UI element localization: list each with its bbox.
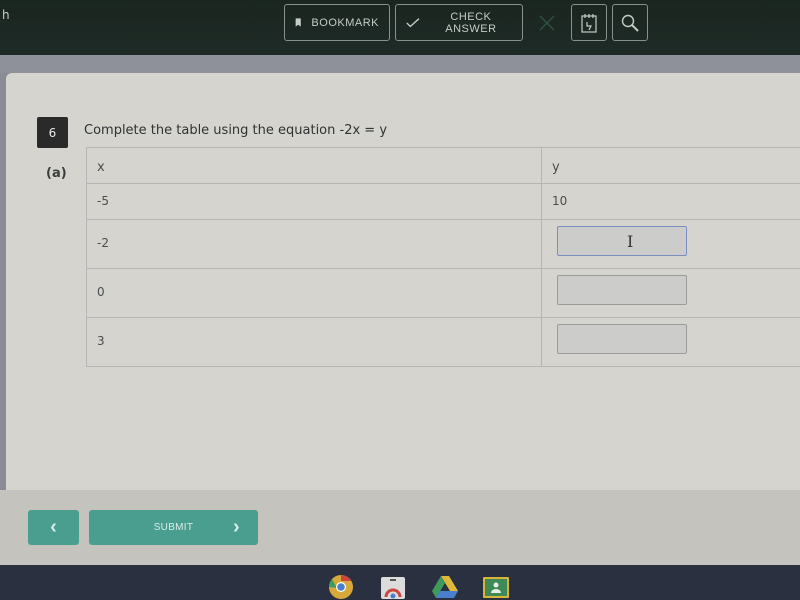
table-header-row: x y: [86, 147, 800, 184]
google-drive-icon[interactable]: [430, 572, 460, 600]
notepad-button[interactable]: [571, 4, 607, 41]
chrome-web-store-icon[interactable]: [378, 572, 408, 600]
question-prompt: Complete the table using the equation -2…: [84, 123, 388, 138]
y-cell: [541, 268, 800, 318]
x-cell: -5: [86, 183, 542, 220]
chevron-right-icon: ›: [233, 516, 240, 538]
table-row: 0: [86, 268, 800, 318]
y-cell: 10: [541, 183, 800, 220]
chrome-icon[interactable]: [326, 572, 356, 600]
check-answer-label: CHECK ANSWER: [445, 10, 497, 35]
text-cursor-icon: I: [627, 232, 634, 251]
answer-table: x y -5 10 -2 0 3: [86, 147, 800, 367]
y-answer-input[interactable]: [557, 226, 687, 256]
submit-label: SUBMIT: [153, 522, 194, 533]
previous-button[interactable]: ‹: [28, 510, 79, 545]
part-label: (a): [46, 166, 67, 181]
header-y: y: [541, 147, 800, 184]
submit-button[interactable]: SUBMIT ›: [89, 510, 258, 545]
header-strip: [0, 55, 800, 73]
bookmark-button[interactable]: BOOKMARK: [284, 4, 390, 41]
y-answer-input[interactable]: [557, 324, 687, 354]
notepad-icon: [581, 13, 597, 33]
x-cell: -2: [86, 219, 542, 269]
magnifier-icon: [621, 14, 639, 32]
search-button[interactable]: [612, 4, 648, 41]
bookmark-icon: [295, 18, 301, 27]
checkmark-icon: [406, 17, 420, 27]
bookmark-label: BOOKMARK: [311, 16, 379, 29]
table-row: 3: [86, 317, 800, 367]
table-row: -5 10: [86, 183, 800, 220]
x-cell: 0: [86, 268, 542, 318]
table-row: -2: [86, 219, 800, 269]
google-classroom-icon[interactable]: [481, 572, 511, 600]
header-x: x: [86, 147, 542, 184]
x-cell: 3: [86, 317, 542, 367]
truncated-title: h: [2, 8, 10, 22]
check-answer-button[interactable]: CHECK ANSWER: [395, 4, 523, 41]
question-number: 6: [37, 117, 68, 148]
y-cell: [541, 317, 800, 367]
chevron-left-icon: ‹: [50, 516, 57, 538]
y-cell: [541, 219, 800, 269]
close-icon[interactable]: [530, 6, 564, 40]
y-answer-input[interactable]: [557, 275, 687, 305]
